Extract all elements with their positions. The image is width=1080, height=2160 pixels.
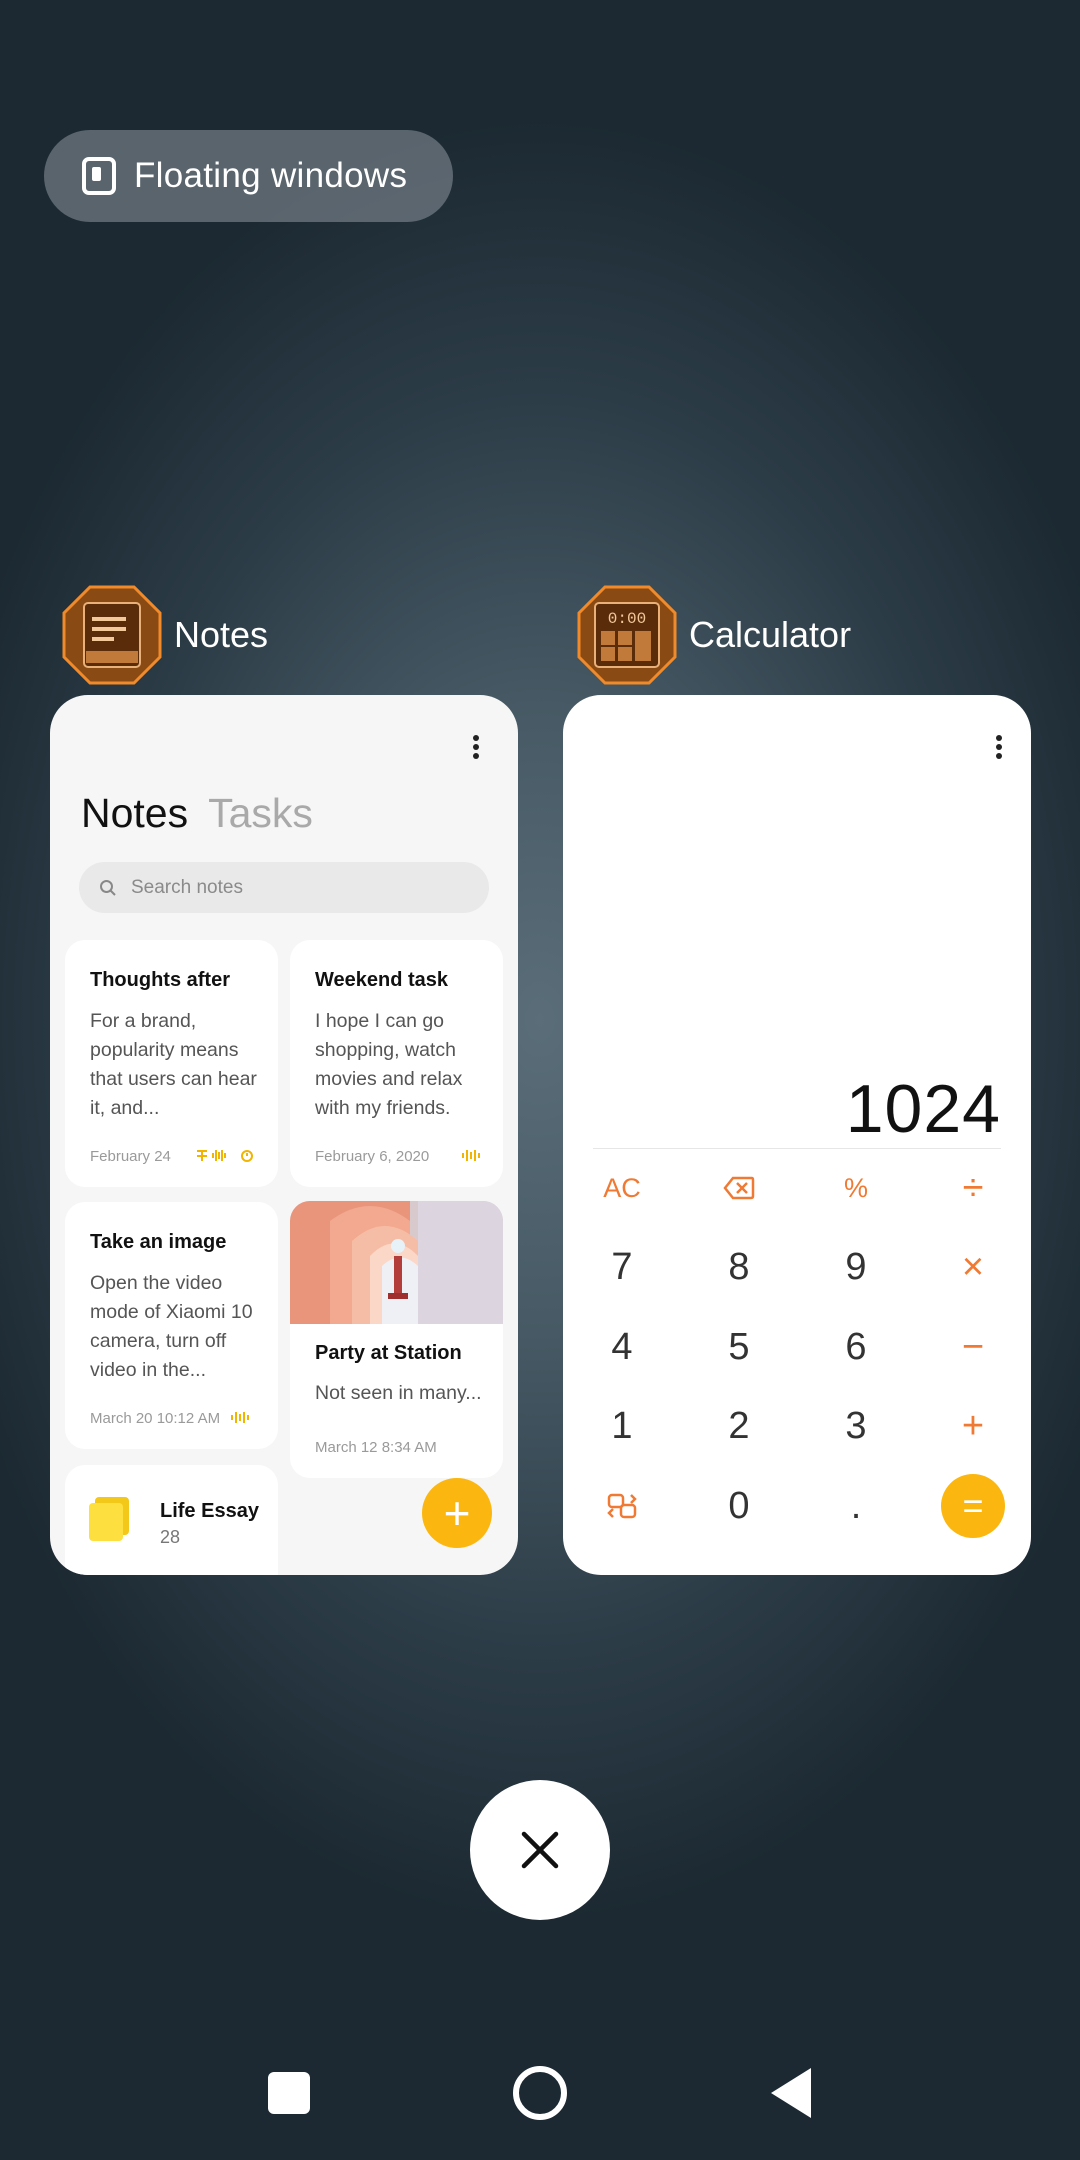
- note-card[interactable]: Thoughts after For a brand, popularity m…: [65, 940, 278, 1187]
- backspace-button[interactable]: [694, 1158, 784, 1218]
- note-title: Weekend task: [315, 969, 449, 991]
- tab-notes[interactable]: Notes: [81, 790, 188, 837]
- more-options-icon[interactable]: [995, 735, 1003, 759]
- key-9[interactable]: 9: [811, 1237, 901, 1297]
- note-title: Take an image: [90, 1231, 227, 1253]
- calculator-display: 1024: [845, 1071, 1001, 1147]
- minus-button[interactable]: −: [928, 1317, 1018, 1377]
- calculator-app-icon: 0:00: [577, 585, 677, 685]
- plus-button[interactable]: +: [928, 1396, 1018, 1456]
- note-card[interactable]: Take an image Open the video mode of Xia…: [65, 1202, 278, 1449]
- note-body: For a brand, popularity means that users…: [90, 1010, 257, 1119]
- search-icon: [100, 879, 116, 896]
- note-date: February 6, 2020: [315, 1148, 430, 1165]
- folder-icon: [87, 1495, 133, 1546]
- notes-app-icon: [62, 585, 162, 685]
- note-date: March 12 8:34 AM: [315, 1439, 437, 1456]
- home-button[interactable]: [510, 2063, 570, 2123]
- calculator-app-name: Calculator: [689, 614, 852, 655]
- calculator-window-card[interactable]: 1024 AC % ÷ 7 8 9 × 4 5 6 − 1 2 3 + 0 .: [563, 695, 1031, 1575]
- back-triangle-icon: [771, 2068, 811, 2118]
- key-3[interactable]: 3: [811, 1396, 901, 1456]
- audio-icon: [230, 1409, 252, 1429]
- note-body: Open the video mode of Xiaomi 10 camera,…: [90, 1272, 253, 1381]
- svg-text:0:00: 0:00: [608, 610, 646, 628]
- decimal-button[interactable]: .: [811, 1476, 901, 1536]
- search-notes-input[interactable]: Search notes: [79, 862, 489, 913]
- multiply-button[interactable]: ×: [928, 1237, 1018, 1297]
- convert-icon: [607, 1493, 637, 1519]
- note-title: Thoughts after: [90, 969, 230, 991]
- note-card[interactable]: Weekend task I hope I can go shopping, w…: [290, 940, 503, 1187]
- display-divider: [593, 1148, 1001, 1149]
- key-6[interactable]: 6: [811, 1317, 901, 1377]
- circle-icon: [513, 2066, 567, 2120]
- backspace-icon: [723, 1176, 755, 1200]
- key-2[interactable]: 2: [694, 1396, 784, 1456]
- floating-window-icon: [82, 157, 116, 195]
- square-icon: [268, 2072, 310, 2114]
- key-5[interactable]: 5: [694, 1317, 784, 1377]
- tab-tasks[interactable]: Tasks: [208, 790, 313, 837]
- clear-button[interactable]: AC: [577, 1158, 667, 1218]
- back-button[interactable]: [763, 2063, 823, 2123]
- notes-tabs: Notes Tasks: [81, 790, 313, 837]
- recents-button[interactable]: [259, 2063, 319, 2123]
- note-title: Party at Station: [315, 1342, 462, 1364]
- key-8[interactable]: 8: [694, 1237, 784, 1297]
- folder-card[interactable]: Life Essay 28: [65, 1465, 278, 1575]
- key-4[interactable]: 4: [577, 1317, 667, 1377]
- notes-window-card[interactable]: Notes Tasks Search notes Thoughts after …: [50, 695, 518, 1575]
- close-icon: [521, 1831, 559, 1869]
- note-body: I hope I can go shopping, watch movies a…: [315, 1010, 463, 1119]
- search-placeholder: Search notes: [131, 876, 243, 898]
- floating-windows-button[interactable]: Floating windows: [44, 130, 453, 222]
- notes-app-name: Notes: [174, 614, 269, 655]
- note-body: Not seen in many...: [315, 1382, 482, 1404]
- floating-windows-label: Floating windows: [134, 156, 408, 195]
- equals-label: =: [941, 1474, 1005, 1538]
- folder-count: 28: [160, 1527, 181, 1547]
- divide-button[interactable]: ÷: [928, 1158, 1018, 1218]
- equals-button[interactable]: =: [928, 1474, 1018, 1538]
- convert-button[interactable]: [577, 1476, 667, 1536]
- calculator-app-header[interactable]: 0:00 Calculator: [577, 585, 851, 685]
- key-0[interactable]: 0: [694, 1476, 784, 1536]
- add-note-button[interactable]: +: [422, 1478, 492, 1548]
- folder-name: Life Essay: [160, 1500, 259, 1522]
- percent-button[interactable]: %: [811, 1158, 901, 1218]
- note-date: February 24: [90, 1148, 171, 1165]
- audio-icon: [461, 1147, 483, 1167]
- clear-all-button[interactable]: [470, 1780, 610, 1920]
- notes-app-header[interactable]: Notes: [62, 585, 268, 685]
- note-attachment-icons: [195, 1147, 261, 1167]
- note-card[interactable]: Party at Station Not seen in many... Mar…: [290, 1201, 503, 1478]
- more-options-icon[interactable]: [472, 735, 480, 759]
- key-7[interactable]: 7: [577, 1237, 667, 1297]
- note-date: March 20 10:12 AM: [90, 1410, 221, 1427]
- note-image: [290, 1201, 503, 1324]
- key-1[interactable]: 1: [577, 1396, 667, 1456]
